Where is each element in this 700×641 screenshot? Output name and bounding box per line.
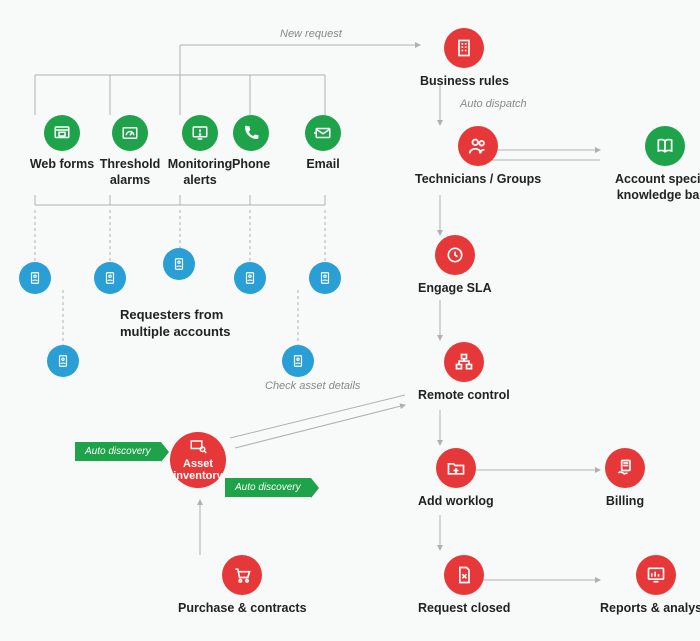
requester-bubble (47, 345, 79, 377)
node-label: Purchase & contracts (178, 601, 307, 617)
monitor-search-icon: Asset inventory (170, 432, 226, 488)
node-label: Asset inventory (170, 458, 226, 482)
node-add-worklog: Add worklog (418, 448, 494, 510)
node-label: Billing (606, 494, 644, 510)
node-reports: Reports & analysis (600, 555, 700, 617)
input-email: Email (305, 115, 341, 173)
gauge-icon (112, 115, 148, 151)
input-phone: Phone (232, 115, 270, 173)
invoice-hand-icon (605, 448, 645, 488)
node-technicians: Technicians / Groups (415, 126, 541, 188)
phone-icon (233, 115, 269, 151)
requester-bubble (309, 262, 341, 294)
person-doc-icon (309, 262, 341, 294)
node-purchase: Purchase & contracts (178, 555, 307, 617)
requester-bubble (94, 262, 126, 294)
auto-discovery-banner: Auto discovery (225, 478, 311, 497)
node-knowledge-base: Account specific knowledge base (605, 126, 700, 203)
check-asset-note: Check asset details (265, 380, 360, 392)
folder-plus-icon (436, 448, 476, 488)
cart-icon (222, 555, 262, 595)
node-remote-control: Remote control (418, 342, 510, 404)
auto-dispatch-note: Auto dispatch (460, 98, 527, 110)
clock-icon (435, 235, 475, 275)
node-label: Add worklog (418, 494, 494, 510)
person-doc-icon (47, 345, 79, 377)
envelope-icon (305, 115, 341, 151)
requester-bubble (19, 262, 51, 294)
node-label: Request closed (418, 601, 510, 617)
browser-file-icon (44, 115, 80, 151)
node-label: Business rules (420, 74, 509, 90)
node-label: Reports & analysis (600, 601, 700, 617)
doc-x-icon (444, 555, 484, 595)
requester-bubble (163, 248, 195, 280)
person-doc-icon (234, 262, 266, 294)
network-icon (444, 342, 484, 382)
person-doc-icon (94, 262, 126, 294)
book-icon (645, 126, 685, 166)
input-label: Email (306, 157, 339, 173)
node-label: Technicians / Groups (415, 172, 541, 188)
input-label: Phone (232, 157, 270, 173)
chart-screen-icon (636, 555, 676, 595)
node-label: Engage SLA (418, 281, 492, 297)
connector-lines (0, 0, 700, 641)
node-engage-sla: Engage SLA (418, 235, 492, 297)
requester-bubble (234, 262, 266, 294)
person-doc-icon (163, 248, 195, 280)
node-asset-inventory: Asset inventory (170, 432, 226, 488)
requester-bubble (282, 345, 314, 377)
person-doc-icon (19, 262, 51, 294)
alert-monitor-icon (182, 115, 218, 151)
node-business-rules: Business rules (420, 28, 509, 90)
group-icon (458, 126, 498, 166)
node-request-closed: Request closed (418, 555, 510, 617)
requesters-label: Requesters from multiple accounts (120, 307, 231, 341)
auto-discovery-banner: Auto discovery (75, 442, 161, 461)
node-label: Account specific knowledge base (605, 172, 700, 203)
person-doc-icon (282, 345, 314, 377)
node-label: Remote control (418, 388, 510, 404)
node-billing: Billing (605, 448, 645, 510)
building-icon (444, 28, 484, 68)
new-request-note: New request (280, 28, 342, 40)
